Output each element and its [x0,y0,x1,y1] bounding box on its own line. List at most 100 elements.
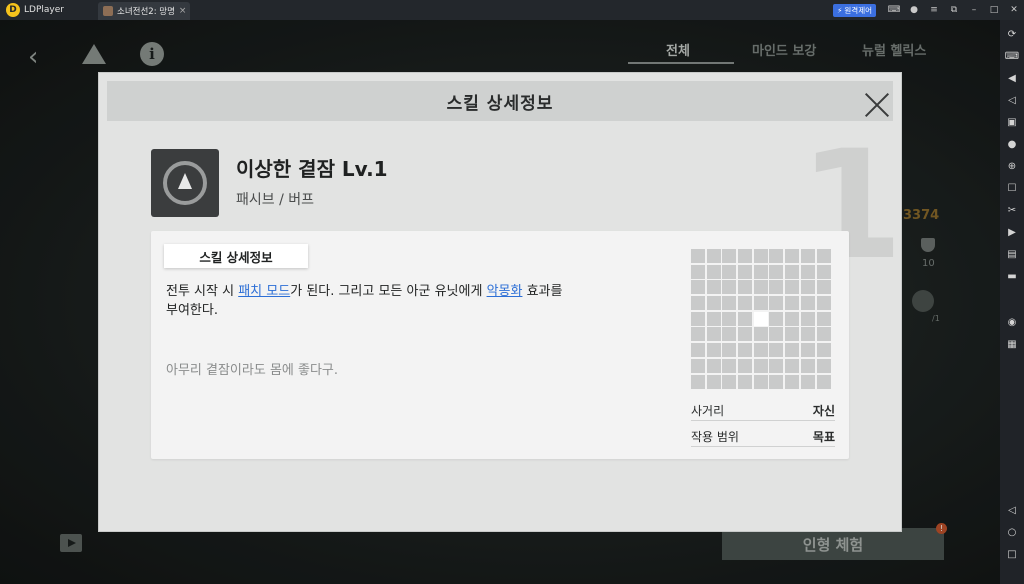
maximize-icon[interactable]: □ [984,0,1004,20]
range-cell-self [753,311,768,326]
flavor-text: 아무리 곁잠이라도 몸에 좋다구. [166,363,339,378]
range-cell [769,327,784,342]
range-cell [785,296,800,311]
skill-detail-modal: 1 스킬 상세정보 이상한 곁잠 Lv.1 패시브 / 버프 스킬 상세정보 전… [98,72,903,532]
restore-small-icon[interactable]: ⧉ [944,0,964,20]
desc-line2: 부여한다. [166,303,218,318]
game-tab[interactable]: 소녀전선2: 망명 × [98,2,190,20]
multi-icon[interactable]: ▦ [1004,336,1020,352]
remote-control-button[interactable]: ⚡ 원격제어 [833,3,876,17]
range-cell [722,296,737,311]
menu-icon[interactable]: ≡ [924,0,944,20]
record-icon[interactable]: ▶ [1004,224,1020,240]
robot-icon[interactable]: ☐ [1004,180,1020,196]
close-modal-button[interactable] [863,91,891,119]
range-cell [785,374,800,389]
range-cell [816,296,831,311]
range-cell [738,280,753,295]
close-icon[interactable]: ✕ [1004,0,1024,20]
range-cell [753,343,768,358]
stat-area-label: 작용 범위 [691,430,739,444]
range-cell [769,280,784,295]
range-cell [738,264,753,279]
tab-close-icon[interactable]: × [179,6,187,16]
range-cell [722,374,737,389]
tab-skill-detail[interactable]: 스킬 상세정보 [164,244,308,268]
range-cell [706,358,721,373]
range-cell [706,296,721,311]
range-cell [769,343,784,358]
volume-up-icon[interactable]: ◀ [1004,70,1020,86]
range-cell [738,374,753,389]
range-cell [816,327,831,342]
range-cell [691,358,705,373]
range-cell [691,249,705,263]
lightning-icon: ⚡ [837,5,843,15]
modal-header: 스킬 상세정보 [107,81,893,121]
stat-area: 작용 범위 목표 [691,427,835,447]
skill-content-panel: 스킬 상세정보 전투 시작 시 패치 모드가 된다. 그리고 모든 아군 유닛에… [151,231,849,459]
stat-range-label: 사거리 [691,404,725,418]
range-cell [706,374,721,389]
range-cell [800,374,815,389]
range-cell [769,296,784,311]
titlebar-controls: ⚡ 원격제어 ⌨ ● ≡ ⧉ – □ ✕ [833,0,1024,20]
range-cell [722,327,737,342]
range-cell [722,264,737,279]
apk-icon[interactable]: ▤ [1004,246,1020,262]
account-icon[interactable]: ● [904,0,924,20]
range-cell [816,264,831,279]
range-cell [769,264,784,279]
minimize-icon[interactable]: – [964,0,984,20]
range-cell [785,343,800,358]
home-icon[interactable]: ○ [1004,524,1020,540]
add-icon[interactable]: ⊕ [1004,158,1020,174]
lock-icon[interactable]: ● [1004,136,1020,152]
emulator-sidebar: ⟳ ⌨ ◀ ◁ ▣ ● ⊕ ☐ ✂ ▶ ▤ ▬ ◉ ▦ ◁ ○ □ [1000,20,1024,584]
location-icon[interactable]: ◉ [1004,314,1020,330]
range-cell [816,249,831,263]
sync-icon[interactable]: ⟳ [1004,26,1020,42]
range-cell [785,358,800,373]
range-cell [738,249,753,263]
range-cell [785,327,800,342]
screen-icon[interactable]: ▣ [1004,114,1020,130]
range-cell [769,374,784,389]
range-cell [769,249,784,263]
recents-icon[interactable]: □ [1004,546,1020,562]
range-cell [706,311,721,326]
back-icon[interactable]: ◁ [1004,502,1020,518]
range-cell [800,264,815,279]
keyboard-icon[interactable]: ⌨ [1004,48,1020,64]
modal-title: 스킬 상세정보 [446,93,554,114]
range-cell [738,311,753,326]
range-grid [691,249,832,390]
stat-range: 사거리 자신 [691,401,835,421]
gamepad-icon[interactable]: ⌨ [884,0,904,20]
keyword-patch-mode[interactable]: 패치 모드 [238,284,290,299]
range-cell [816,374,831,389]
range-cell [691,280,705,295]
skill-name: 이상한 곁잠 Lv.1 [236,157,388,181]
range-cell [800,358,815,373]
range-cell [753,280,768,295]
range-cell [706,264,721,279]
scissors-icon[interactable]: ✂ [1004,202,1020,218]
stat-range-value: 자신 [812,404,835,418]
desc-part3: 효과를 [522,284,563,299]
range-cell [800,249,815,263]
range-cell [706,343,721,358]
range-cell [753,374,768,389]
range-cell [722,343,737,358]
skill-description: 전투 시작 시 패치 모드가 된다. 그리고 모든 아군 유닛에게 악몽화 효과… [166,282,666,320]
volume-down-icon[interactable]: ◁ [1004,92,1020,108]
keyword-nightmare[interactable]: 악몽화 [487,284,523,299]
range-cell [738,343,753,358]
skill-emblem-icon [163,161,207,205]
range-cell [691,311,705,326]
skill-icon [151,149,219,217]
emulator-titlebar: D LDPlayer 소녀전선2: 망명 × ⚡ 원격제어 ⌨ ● ≡ ⧉ – … [0,0,1024,20]
range-cell [800,296,815,311]
remote-control-label: 원격제어 [844,5,872,15]
folder-icon[interactable]: ▬ [1004,268,1020,284]
